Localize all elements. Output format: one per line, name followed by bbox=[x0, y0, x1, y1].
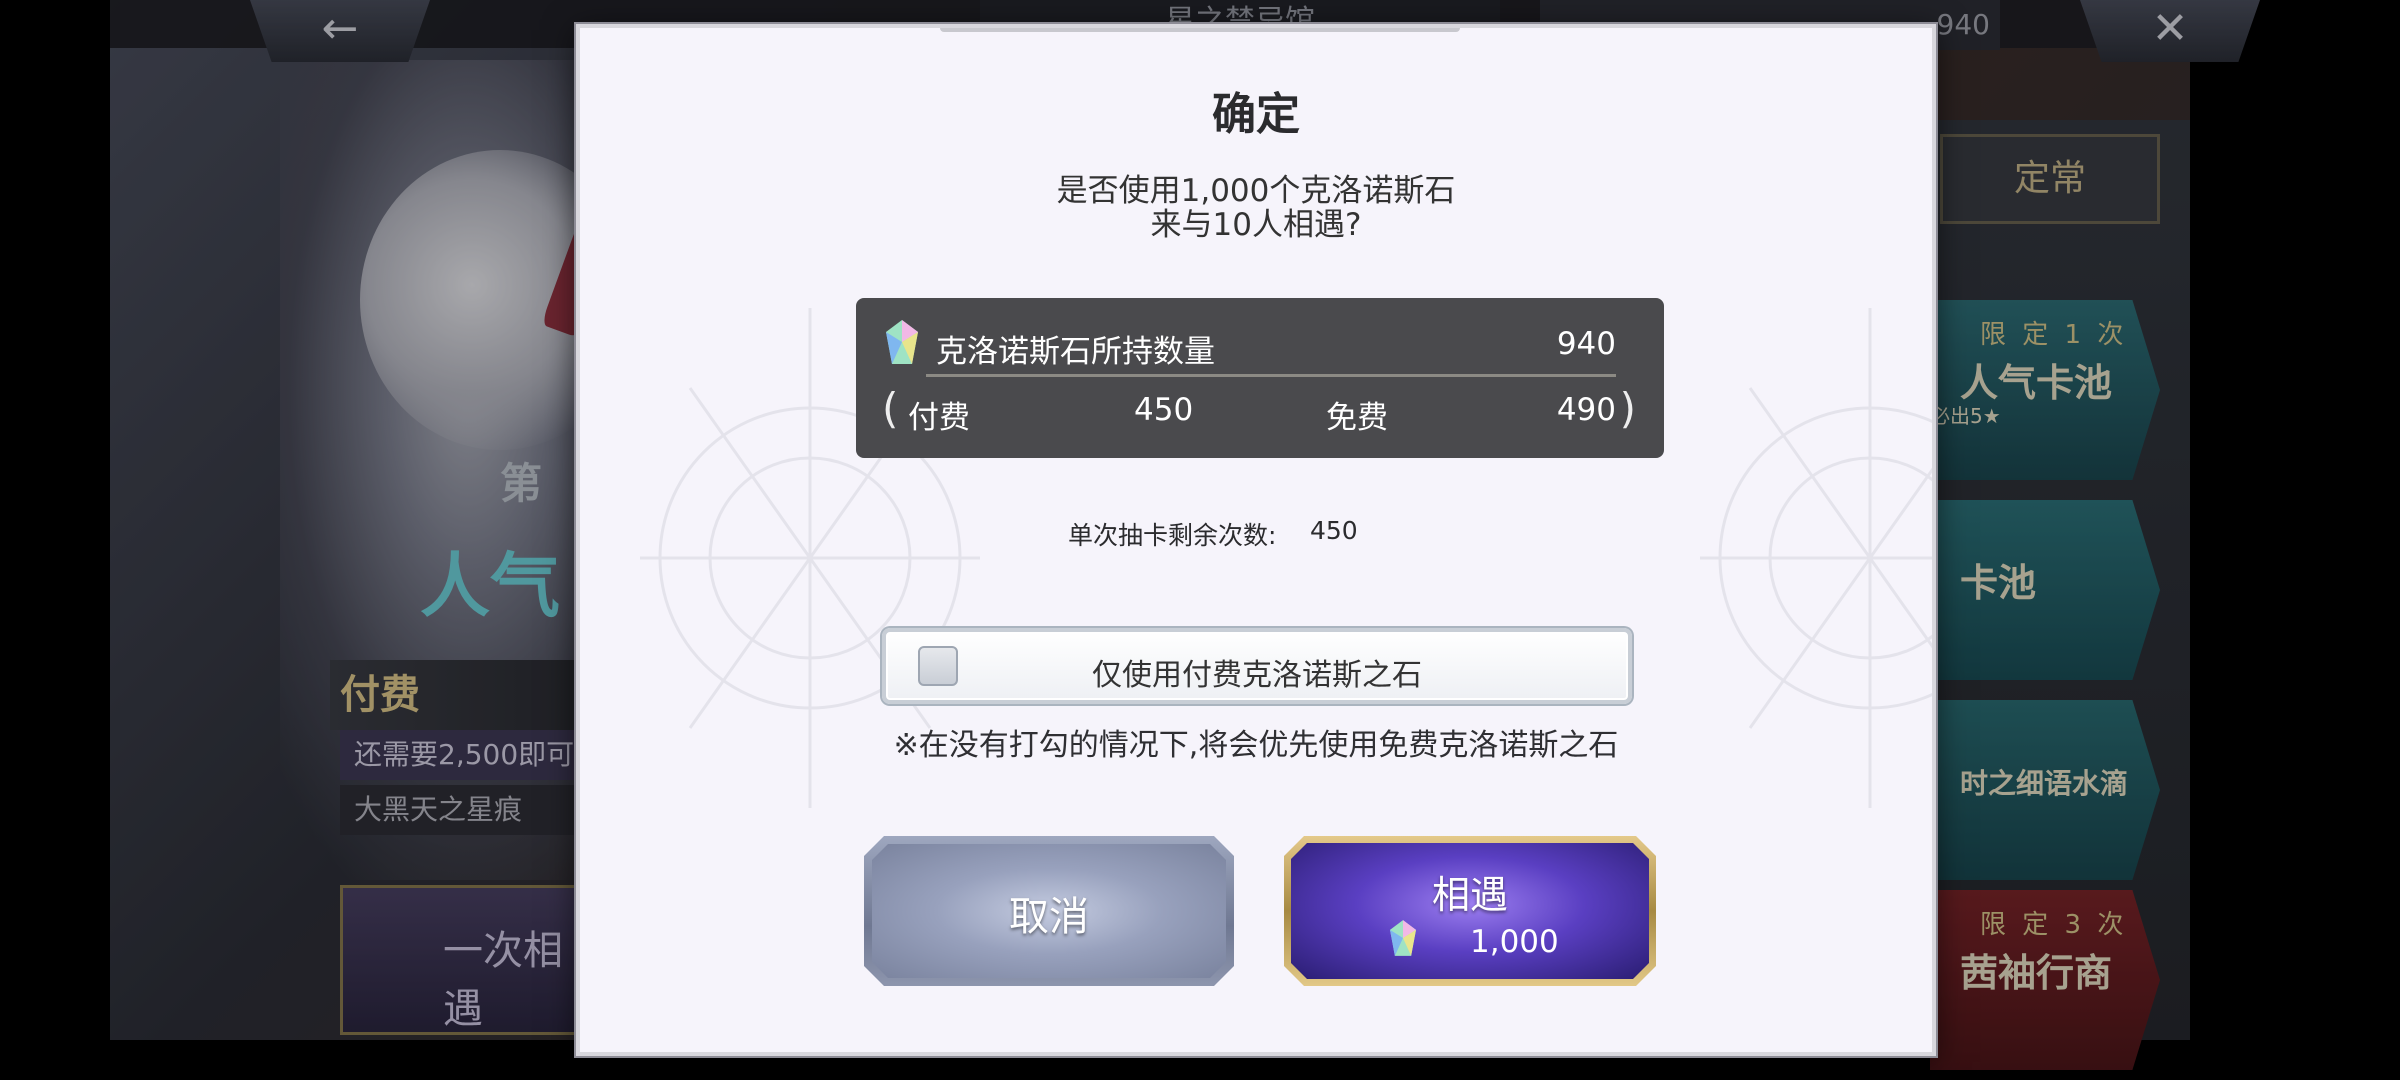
free-stones-label: 免费 bbox=[1326, 400, 1388, 436]
dialog-title: 确定 bbox=[1212, 89, 1300, 140]
dialog-top-handle bbox=[940, 28, 1460, 32]
chronos-stone-icon bbox=[886, 320, 918, 364]
cancel-button[interactable]: 取消 bbox=[864, 836, 1234, 986]
chronos-stone-icon bbox=[1390, 920, 1416, 956]
encounter-button[interactable]: 相遇 1,000 bbox=[1284, 836, 1656, 986]
paid-only-note: ※在没有打勾的情况下,将会优先使用免费克洛诺斯之石 bbox=[893, 728, 1619, 763]
message-line: 是否使用1,000个克洛诺斯石 bbox=[1056, 173, 1456, 209]
paid-stones-value: 450 bbox=[1134, 392, 1194, 428]
encounter-button-label: 相遇 bbox=[1431, 873, 1508, 917]
paid-stones-label: 付费 bbox=[908, 400, 970, 436]
stone-holdings-total: 940 bbox=[1556, 326, 1616, 362]
paren-close: ) bbox=[1619, 384, 1636, 433]
decor-ornament-icon bbox=[1700, 308, 1932, 808]
encounter-cost: 1,000 bbox=[1470, 924, 1559, 960]
dialog-message: 是否使用1,000个克洛诺斯石 来与10人相遇? bbox=[580, 174, 1932, 242]
confirm-dialog: 确定 是否使用1,000个克洛诺斯石 来与10人相遇? 克洛诺斯石所持数量 94… bbox=[576, 24, 1936, 1056]
cancel-button-label: 取消 bbox=[1009, 894, 1089, 940]
message-line: 来与10人相遇? bbox=[1150, 207, 1362, 243]
free-stones-value: 490 bbox=[1556, 392, 1616, 428]
remaining-draws-label: 单次抽卡剩余次数: bbox=[1068, 521, 1277, 550]
paid-only-label: 仅使用付费克洛诺斯之石 bbox=[1092, 658, 1422, 693]
remaining-draws-value: 450 bbox=[1310, 516, 1358, 545]
stone-holdings-panel: 克洛诺斯石所持数量 940 ( 付费 450 免费 490 ) bbox=[856, 298, 1664, 458]
divider bbox=[926, 374, 1616, 377]
paid-only-toggle[interactable]: 仅使用付费克洛诺斯之石 bbox=[882, 628, 1632, 704]
stone-holdings-label: 克洛诺斯石所持数量 bbox=[936, 334, 1215, 370]
paren-open: ( bbox=[882, 384, 899, 433]
